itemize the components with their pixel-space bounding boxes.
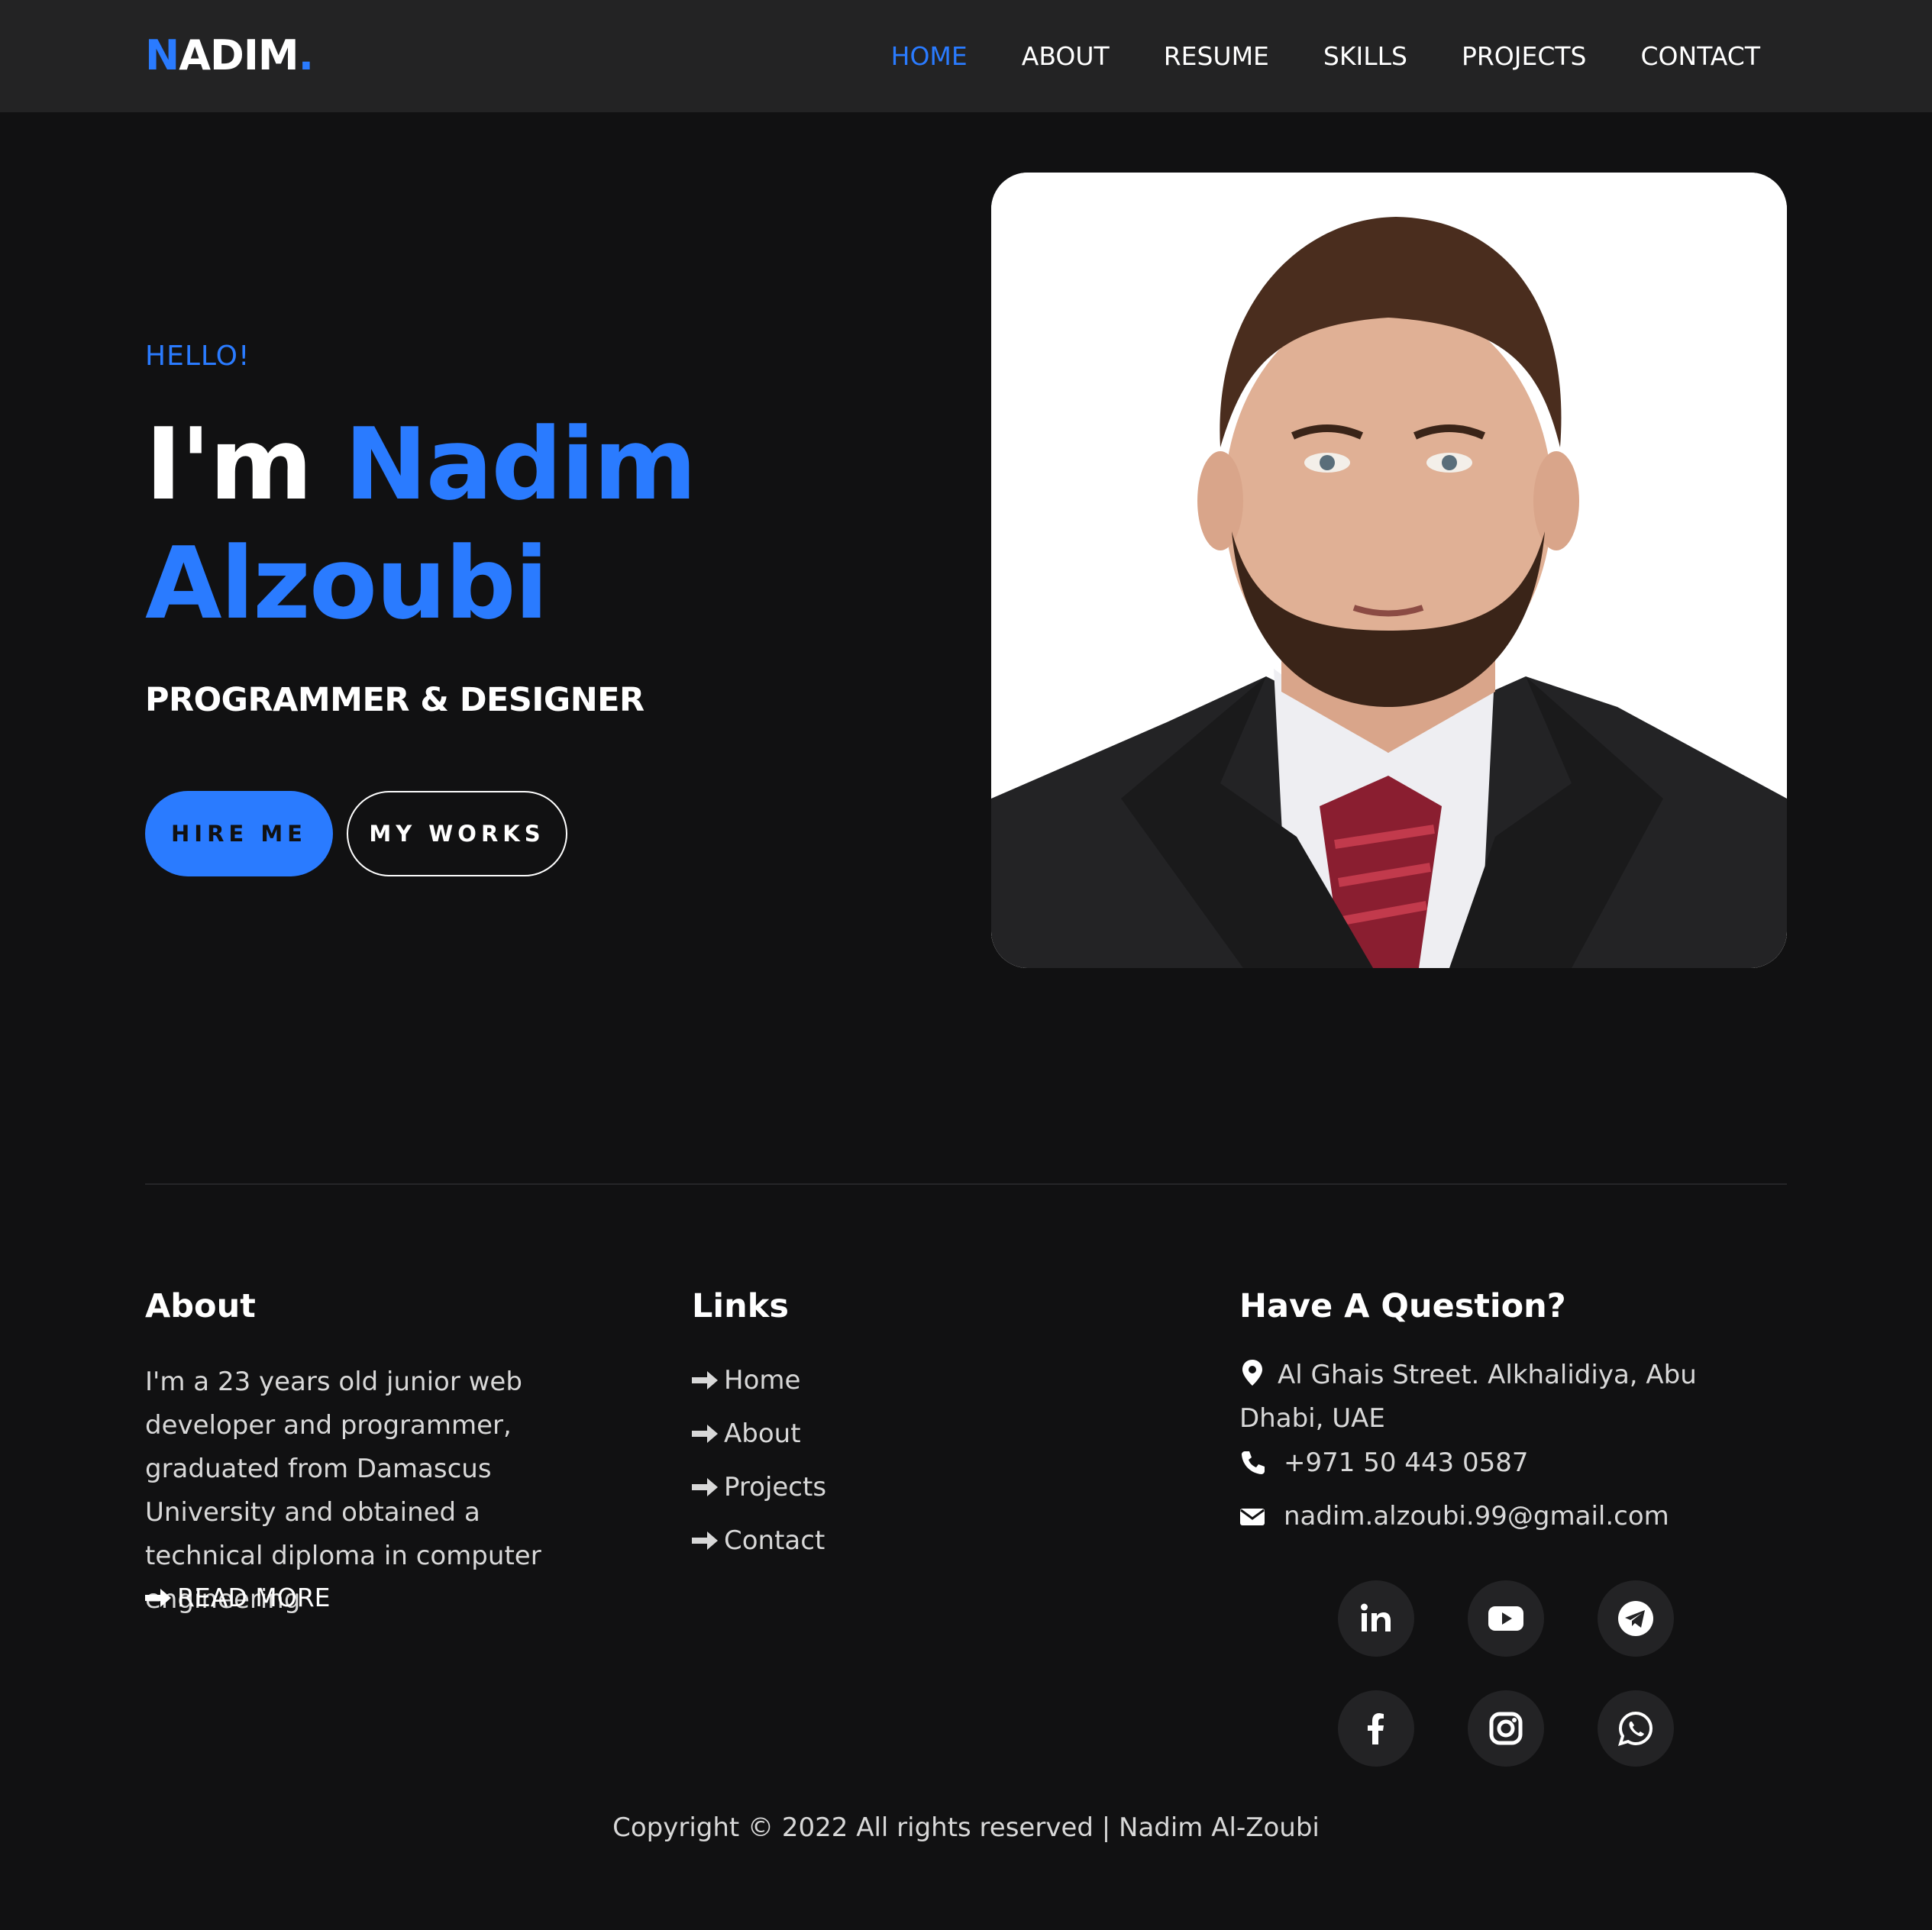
footer-link-home[interactable]: Home xyxy=(692,1354,826,1407)
hero-last-name: Alzoubi xyxy=(145,525,548,641)
arrow-right-icon xyxy=(692,1531,718,1550)
nav-menu: HOME ABOUT RESUME SKILLS PROJECTS CONTAC… xyxy=(891,40,1760,73)
footer-link-about[interactable]: About xyxy=(692,1407,826,1460)
envelope-icon xyxy=(1240,1509,1265,1525)
youtube-button[interactable] xyxy=(1468,1580,1544,1657)
nav-link-about[interactable]: ABOUT xyxy=(1022,40,1110,73)
logo-initial: N xyxy=(145,31,179,79)
hero-title-prefix: I'm xyxy=(145,406,313,522)
footer-link-label: Contact xyxy=(724,1525,825,1556)
whatsapp-icon xyxy=(1618,1711,1653,1746)
footer-link-label: Projects xyxy=(724,1472,827,1502)
section-divider xyxy=(145,1183,1787,1185)
nav-link-contact[interactable]: CONTACT xyxy=(1641,40,1761,73)
linkedin-icon xyxy=(1361,1603,1391,1631)
site-logo[interactable]: NADIM. xyxy=(145,31,314,81)
contact-phone[interactable]: +971 50 443 0587 xyxy=(1239,1448,1529,1478)
footer-links-title: Links xyxy=(692,1287,789,1325)
contact-phone-text: +971 50 443 0587 xyxy=(1284,1448,1529,1478)
top-navbar: NADIM. HOME ABOUT RESUME SKILLS PROJECTS… xyxy=(0,0,1932,112)
whatsapp-button[interactable] xyxy=(1598,1690,1674,1767)
facebook-icon xyxy=(1368,1713,1384,1744)
copyright-text: Copyright © 2022 All rights reserved | N… xyxy=(612,1812,1320,1843)
portfolio-page: NADIM. HOME ABOUT RESUME SKILLS PROJECTS… xyxy=(0,0,1932,1930)
nav-link-resume[interactable]: RESUME xyxy=(1164,40,1269,73)
telegram-icon xyxy=(1618,1601,1653,1636)
instagram-icon xyxy=(1489,1712,1523,1745)
profile-photo xyxy=(991,173,1787,968)
arrow-right-icon xyxy=(692,1371,718,1389)
map-pin-icon xyxy=(1242,1360,1262,1386)
contact-email-text: nadim.alzoubi.99@gmail.com xyxy=(1284,1501,1669,1531)
contact-address: Al Ghais Street. Alkhalidiya, Abu Dhabi,… xyxy=(1239,1354,1774,1441)
hero-greeting: HELLO! xyxy=(145,340,250,372)
my-works-button[interactable]: MY WORKS xyxy=(347,791,567,876)
contact-address-text: Al Ghais Street. Alkhalidiya, Abu Dhabi,… xyxy=(1239,1360,1697,1434)
contact-email[interactable]: nadim.alzoubi.99@gmail.com xyxy=(1239,1501,1669,1531)
arrow-right-icon xyxy=(692,1478,718,1496)
instagram-button[interactable] xyxy=(1468,1690,1544,1767)
footer-links-list: Home About Projects Contact xyxy=(692,1354,826,1567)
footer-link-label: About xyxy=(724,1418,801,1449)
linkedin-button[interactable] xyxy=(1338,1580,1414,1657)
footer-about-title: About xyxy=(145,1287,256,1325)
youtube-icon xyxy=(1488,1606,1523,1631)
logo-text: ADIM xyxy=(179,31,299,79)
nav-link-home[interactable]: HOME xyxy=(891,40,968,73)
facebook-button[interactable] xyxy=(1338,1690,1414,1767)
read-more-label: READ MORE xyxy=(177,1583,331,1612)
hero-first-name: Nadim xyxy=(344,406,697,522)
nav-link-skills[interactable]: SKILLS xyxy=(1323,40,1407,73)
nav-link-projects[interactable]: PROJECTS xyxy=(1462,40,1587,73)
logo-dot: . xyxy=(298,31,314,79)
footer-link-projects[interactable]: Projects xyxy=(692,1460,826,1514)
hero-subtitle: PROGRAMMER & DESIGNER xyxy=(145,681,645,719)
arrow-right-icon xyxy=(692,1425,718,1443)
footer-link-label: Home xyxy=(724,1365,801,1396)
footer-link-contact[interactable]: Contact xyxy=(692,1514,826,1567)
read-more-link[interactable]: READ MORE xyxy=(145,1583,330,1612)
arrow-right-icon xyxy=(145,1588,171,1607)
hero-title: I'm Nadim Alzoubi xyxy=(145,405,909,643)
hire-me-button[interactable]: HIRE ME xyxy=(145,791,333,876)
footer-contact-title: Have A Question? xyxy=(1239,1287,1566,1325)
phone-icon xyxy=(1242,1451,1265,1474)
telegram-button[interactable] xyxy=(1598,1580,1674,1657)
